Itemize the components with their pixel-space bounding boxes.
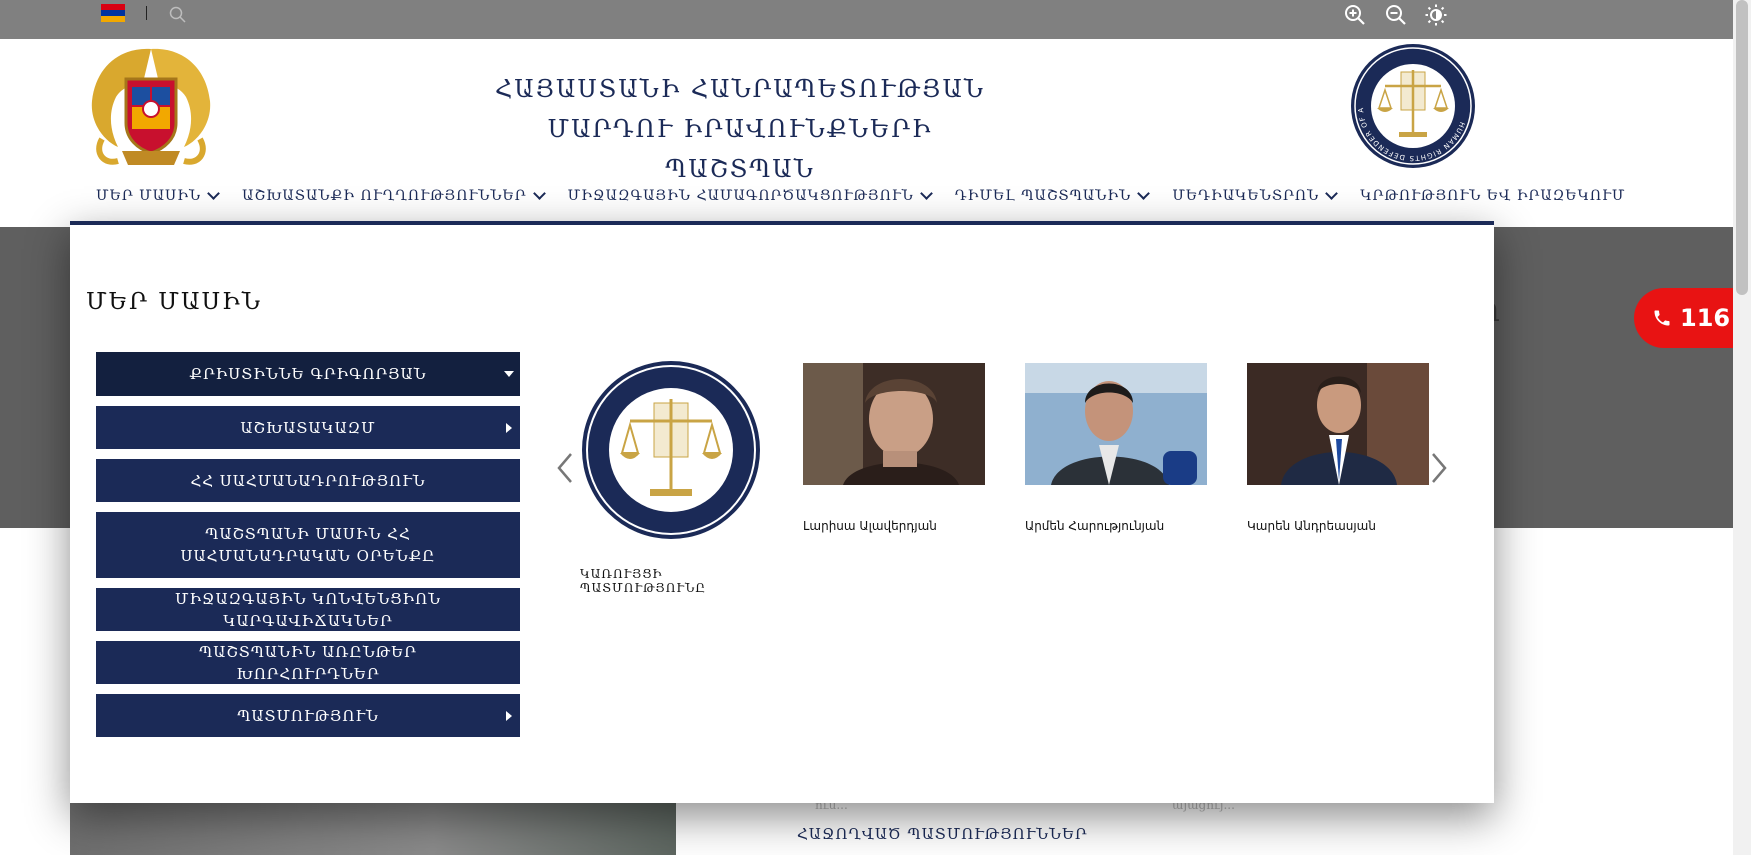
caret-right-icon <box>506 710 512 721</box>
slide-caption: Արմեն Հարությունյան <box>1025 519 1165 533</box>
carousel-slide-history[interactable]: ԿԱՌՈՒՅՑԻ ՊԱՏՄՈՒԹՅՈՒՆԸ <box>580 359 762 595</box>
submenu-label: ՀՀ ՍԱՀՄԱՆԱԴՐՈՒԹՅՈՒՆ <box>190 471 426 490</box>
caret-right-icon <box>506 422 512 433</box>
chevron-down-icon <box>1137 187 1151 200</box>
site-title-line1: ՀԱՅԱՍՏԱՆԻ ՀԱՆՐԱՊԵՏՈՒԹՅԱՆ <box>495 75 985 103</box>
nav-item-label: ԱՇԽԱՏԱՆՔԻ ՈՒՂՂՈՒԹՅՈՒՆՆԵՐ <box>242 188 527 204</box>
about-submenu: ՔՐԻՍՏԻՆՆԵ ԳՐԻԳՈՐՅԱՆ ԱՇԽԱՏԱԿԱԶՄ ՀՀ ՍԱՀՄԱՆ… <box>96 352 520 747</box>
ombudsman-seal-logo[interactable]: HUMAN RIGHTS DEFENDER OF ARMENIA <box>1349 42 1477 170</box>
divider <box>146 6 147 20</box>
nav-item-about[interactable]: ՄԵՐ ՄԱՍԻՆ <box>96 181 221 211</box>
portrait-photo <box>1025 363 1207 485</box>
portrait-photo <box>803 363 985 485</box>
contrast-icon[interactable] <box>1424 3 1448 27</box>
caret-down-icon <box>504 371 514 377</box>
armenian-flag-icon[interactable] <box>101 4 125 22</box>
submenu-item-staff[interactable]: ԱՇԽԱՏԱԿԱԶՄ <box>96 406 520 449</box>
hotline-button[interactable]: 116 <box>1634 288 1735 348</box>
nav-item-media[interactable]: ՄԵԴԻԱԿԵՆՏՐՈՆ <box>1172 181 1339 211</box>
zoom-in-icon[interactable] <box>1343 3 1367 27</box>
about-dropdown-panel: ՄԵՐ ՄԱՍԻՆ ՔՐԻՍՏԻՆՆԵ ԳՐԻԳՈՐՅԱՆ ԱՇԽԱՏԱԿԱԶՄ… <box>70 221 1494 803</box>
nav-item-directions[interactable]: ԱՇԽԱՏԱՆՔԻ ՈՒՂՂՈՒԹՅՈՒՆՆԵՐ <box>242 181 546 211</box>
submenu-item-conventions[interactable]: ՄԻՋԱԶԳԱՅԻՆ ԿՈՆՎԵՆՑԻՈՆ ԿԱՐԳԱՎԻՃԱԿՆԵՐ <box>96 588 520 631</box>
institution-seal-image <box>582 361 760 539</box>
news-image[interactable] <box>70 800 676 855</box>
chevron-down-icon <box>919 187 933 200</box>
nav-item-label: ՄԵԴԻԱԿԵՆՏՐՈՆ <box>1172 188 1320 204</box>
submenu-item-advisory-councils[interactable]: ՊԱՇՏՊԱՆԻՆ ԱՌԸՆԹԵՐ ԽՈՐՀՈՒՐԴՆԵՐ <box>96 641 520 684</box>
search-icon[interactable] <box>168 5 188 25</box>
nav-item-international[interactable]: ՄԻՋԱԶԳԱՅԻՆ ՀԱՄԱԳՈՐԾԱԿՑՈՒԹՅՈՒՆ <box>567 181 933 211</box>
nav-item-apply[interactable]: ԴԻՄԵԼ ՊԱՇՏՊԱՆԻՆ <box>954 181 1151 211</box>
nav-item-label: ՄԻՋԱԶԳԱՅԻՆ ՀԱՄԱԳՈՐԾԱԿՑՈՒԹՅՈՒՆ <box>567 188 914 204</box>
site-header: ՀԱՅԱՍՏԱՆԻ ՀԱՆՐԱՊԵՏՈՒԹՅԱՆ ՄԱՐԴՈՒ ԻՐԱՎՈՒՆՔ… <box>0 39 1733 227</box>
carousel-next-arrow-icon[interactable] <box>1428 451 1450 485</box>
submenu-label: ՔՐԻՍՏԻՆՆԵ ԳՐԻԳՈՐՅԱՆ <box>189 365 427 383</box>
site-title-line2: ՄԱՐԴՈՒ ԻՐԱՎՈՒՆՔՆԵՐԻ ՊԱՇՏՊԱՆ <box>547 115 933 183</box>
carousel-slide-person[interactable]: Արմեն Հարությունյան <box>1025 363 1207 533</box>
phone-icon <box>1654 310 1670 326</box>
zoom-out-icon[interactable] <box>1384 3 1408 27</box>
submenu-label: ՄԻՋԱԶԳԱՅԻՆ ԿՈՆՎԵՆՑԻՈՆ ԿԱՐԳԱՎԻՃԱԿՆԵՐ <box>175 589 441 630</box>
carousel-slide-person[interactable]: Կարեն Անդրեասյան <box>1247 363 1429 533</box>
submenu-item-constitutional-law[interactable]: ՊԱՇՏՊԱՆԻ ՄԱՍԻՆ ՀՀ ՍԱՀՄԱՆԱԴՐԱԿԱՆ ՕՐԵՆՔԸ <box>96 512 520 578</box>
submenu-label: ՊԱՇՏՊԱՆԻՆ ԱՌԸՆԹԵՐ ԽՈՐՀՈՒՐԴՆԵՐ <box>199 642 417 683</box>
site-title: ՀԱՅԱՍՏԱՆԻ ՀԱՆՐԱՊԵՏՈՒԹՅԱՆ ՄԱՐԴՈՒ ԻՐԱՎՈՒՆՔ… <box>490 69 990 189</box>
coat-of-arms-logo[interactable] <box>82 43 220 171</box>
nav-item-label: ԿՐԹՈՒԹՅՈՒՆ ԵՎ ԻՐԱԶԵԿՈՒՄ <box>1360 188 1626 204</box>
hotline-number: 116 <box>1680 304 1731 332</box>
carousel-prev-arrow-icon[interactable] <box>554 451 576 485</box>
main-nav: ՄԵՐ ՄԱՍԻՆ ԱՇԽԱՏԱՆՔԻ ՈՒՂՂՈՒԹՅՈՒՆՆԵՐ ՄԻՋԱԶ… <box>96 181 1625 211</box>
chevron-down-icon <box>532 187 546 200</box>
nav-item-label: ՄԵՐ ՄԱՍԻՆ <box>96 188 202 204</box>
scrollbar-thumb[interactable] <box>1736 0 1748 295</box>
slide-caption: Լարիսա Ալավերդյան <box>803 519 937 533</box>
slide-caption: Կարեն Անդրեասյան <box>1247 519 1376 533</box>
top-utility-bar <box>0 0 1733 39</box>
success-stories-heading[interactable]: ՀԱՋՈՂՎԱԾ ՊԱՏՄՈՒԹՅՈՒՆՆԵՐ <box>797 825 1088 843</box>
submenu-label: ԱՇԽԱՏԱԿԱԶՄ <box>240 418 376 437</box>
dropdown-heading: ՄԵՐ ՄԱՍԻՆ <box>86 289 262 315</box>
submenu-item-ombudsman[interactable]: ՔՐԻՍՏԻՆՆԵ ԳՐԻԳՈՐՅԱՆ <box>96 352 520 396</box>
nav-item-label: ԴԻՄԵԼ ՊԱՇՏՊԱՆԻՆ <box>954 188 1132 204</box>
nav-item-education[interactable]: ԿՐԹՈՒԹՅՈՒՆ ԵՎ ԻՐԱԶԵԿՈՒՄ <box>1360 181 1625 211</box>
chevron-down-icon <box>207 187 221 200</box>
page-scrollbar[interactable] <box>1733 0 1751 855</box>
submenu-item-constitution[interactable]: ՀՀ ՍԱՀՄԱՆԱԴՐՈՒԹՅՈՒՆ <box>96 459 520 502</box>
submenu-label: ՊԱՏՄՈՒԹՅՈՒՆ <box>237 706 379 725</box>
chevron-down-icon <box>1325 187 1339 200</box>
submenu-item-history[interactable]: ՊԱՏՄՈՒԹՅՈՒՆ <box>96 694 520 737</box>
flag-stripe-orange <box>101 16 125 22</box>
submenu-label: ՊԱՇՏՊԱՆԻ ՄԱՍԻՆ ՀՀ ՍԱՀՄԱՆԱԴՐԱԿԱՆ ՕՐԵՆՔԸ <box>180 525 436 565</box>
carousel-slide-person[interactable]: Լարիսա Ալավերդյան <box>803 363 985 533</box>
slide-caption: ԿԱՌՈՒՅՑԻ ՊԱՏՄՈՒԹՅՈՒՆԸ <box>580 567 707 595</box>
portrait-photo <box>1247 363 1429 485</box>
